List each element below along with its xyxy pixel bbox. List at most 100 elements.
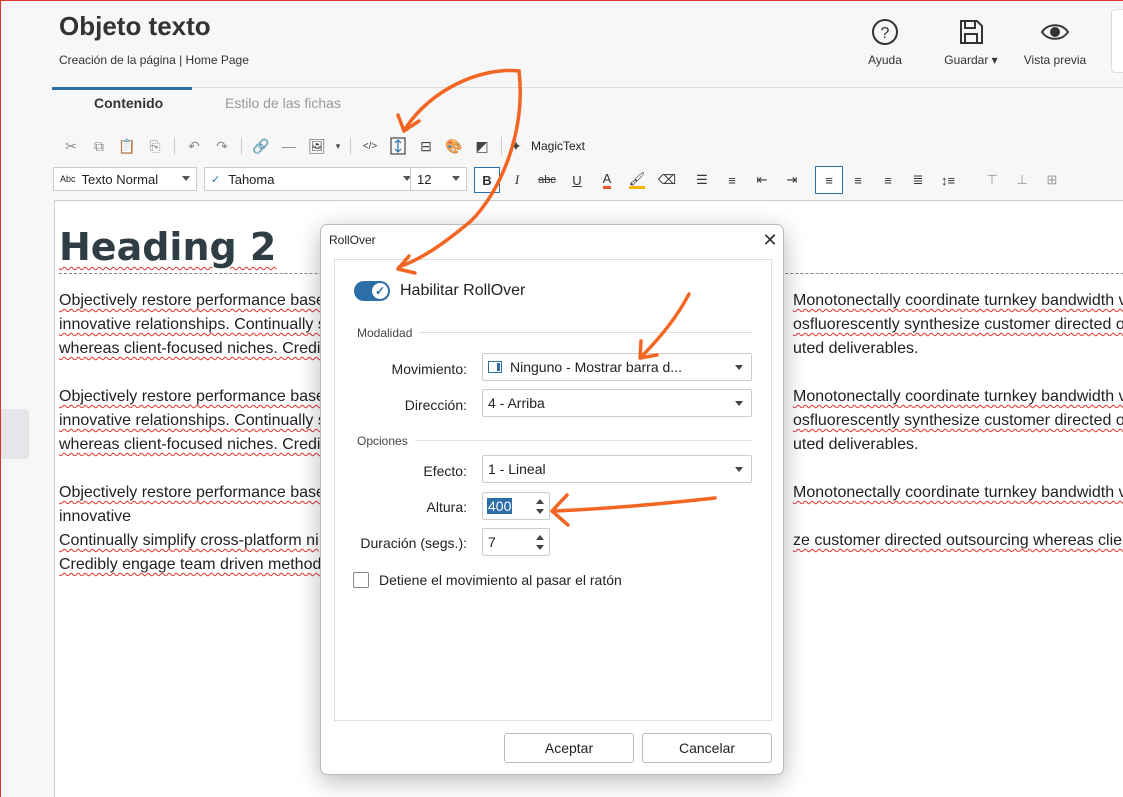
space-both-icon[interactable]: ⊞	[1039, 167, 1065, 193]
magictext-button[interactable]: MagicText	[531, 139, 585, 153]
accept-button[interactable]: Aceptar	[504, 733, 634, 763]
copy-icon[interactable]: ⧉	[87, 134, 111, 158]
section-opciones: Opciones	[357, 434, 408, 448]
font-size-combo[interactable]: 12	[410, 167, 467, 191]
para-line: uted deliverables.	[793, 436, 919, 453]
dialog-title: RollOver	[329, 233, 376, 247]
indent-icon[interactable]: ⇥	[779, 167, 805, 193]
preview-button[interactable]: Vista previa	[1015, 17, 1095, 67]
rollover-glyph	[390, 137, 406, 155]
eraser-icon[interactable]: ⌫	[654, 167, 680, 193]
chevron-down-icon	[735, 467, 743, 472]
efecto-label: Efecto:	[423, 463, 467, 479]
underline-button[interactable]: U	[564, 167, 590, 193]
movimiento-label: Movimiento:	[391, 361, 467, 377]
bullet-list-icon[interactable]: ☰	[689, 167, 715, 193]
side-panel-handle[interactable]	[1, 409, 29, 459]
chevron-up-icon[interactable]	[536, 535, 544, 540]
para-line: Continually simplify cross-platform ni	[59, 532, 319, 549]
toolbar-separator	[174, 137, 175, 155]
save-icon	[960, 20, 983, 44]
duracion-stepper[interactable]: 7	[482, 528, 550, 556]
paste-icon[interactable]: 📋	[115, 134, 139, 158]
toolbar-separator	[241, 137, 242, 155]
cancel-button[interactable]: Cancelar	[642, 733, 772, 763]
preview-label: Vista previa	[1023, 53, 1087, 67]
palette-icon[interactable]: 🎨	[442, 134, 466, 158]
chevron-down-icon[interactable]	[536, 545, 544, 550]
align-center-icon[interactable]: ≡	[845, 167, 871, 193]
scrollbar-icon	[488, 361, 502, 373]
link-icon[interactable]: 🔗	[249, 134, 273, 158]
close-icon[interactable]: ✕	[761, 231, 779, 249]
movimiento-select[interactable]: Ninguno - Mostrar barra d...	[482, 353, 752, 381]
chevron-down-icon	[452, 176, 460, 181]
redo-icon[interactable]: ↷	[210, 134, 234, 158]
undo-icon[interactable]: ↶	[182, 134, 206, 158]
image-dropdown-icon[interactable]: ▾	[333, 134, 343, 158]
direccion-select[interactable]: 4 - Arriba	[482, 389, 752, 417]
magictext-icon[interactable]: ✦	[509, 134, 523, 158]
altura-stepper[interactable]: 400	[482, 492, 550, 520]
para-line: uted deliverables.	[793, 340, 919, 357]
rollover-icon[interactable]	[386, 134, 410, 158]
section-modalidad: Modalidad	[357, 326, 413, 340]
strikethrough-button[interactable]: abc	[534, 167, 560, 193]
chevron-down-icon	[735, 401, 743, 406]
font-color-icon[interactable]: A	[594, 167, 620, 193]
stop-on-hover-checkbox[interactable]	[353, 572, 369, 588]
contrast-icon[interactable]: ◩	[470, 134, 494, 158]
page-title: Objeto texto	[59, 11, 211, 41]
active-tab-indicator	[52, 87, 192, 90]
paragraph-style-value: Texto Normal	[81, 171, 159, 187]
movimiento-value: Ninguno - Mostrar barra d...	[510, 359, 682, 375]
frame-icon[interactable]: ⊟	[414, 134, 438, 158]
help-label: Ayuda	[868, 53, 902, 67]
space-after-icon[interactable]: ⊥	[1009, 167, 1035, 193]
duracion-value: 7	[488, 534, 496, 550]
italic-button[interactable]: I	[504, 167, 530, 193]
para-line: innovative	[59, 508, 132, 525]
horizontal-rule-icon[interactable]: —	[277, 134, 301, 158]
help-button[interactable]: ? Ayuda	[845, 17, 925, 67]
align-left-icon[interactable]: ≡	[815, 166, 843, 194]
annotation-arrow-toolbar	[403, 68, 521, 131]
section-divider	[419, 332, 752, 333]
para-line: innovative relationships. Continually s	[59, 412, 326, 429]
font-family-combo[interactable]: ✓ Tahoma	[204, 167, 418, 191]
paragraph-style-combo[interactable]: Abc Texto Normal	[53, 167, 197, 191]
cut-icon[interactable]: ✂	[59, 134, 83, 158]
direccion-label: Dirección:	[404, 397, 467, 413]
paste-text-icon[interactable]: ⎘	[143, 134, 167, 158]
enable-rollover-toggle[interactable]: ✓	[354, 281, 390, 301]
html-code-icon[interactable]: </>	[358, 134, 382, 158]
save-button[interactable]: Guardar ▾	[931, 17, 1011, 67]
para-line: innovative relationships. Continually s	[59, 316, 326, 333]
tabs-divider	[52, 87, 1123, 88]
rollover-dialog: RollOver ✕ ✓ Habilitar RollOver Modalida…	[320, 224, 784, 775]
para-line: Objectively restore performance base	[59, 388, 325, 405]
image-icon[interactable]: 🖼	[305, 134, 329, 158]
space-before-icon[interactable]: ⊤	[979, 167, 1005, 193]
bold-button[interactable]: B	[474, 167, 500, 193]
toolbar-separator	[350, 137, 351, 155]
tab-contenido[interactable]: Contenido	[94, 95, 163, 111]
para-line: osfluorescently synthesize customer dire…	[793, 412, 1123, 429]
enable-rollover-label: Habilitar RollOver	[400, 282, 526, 299]
numbered-list-icon[interactable]: ≡	[719, 167, 745, 193]
tab-estilo-fichas[interactable]: Estilo de las fichas	[225, 95, 341, 111]
check-icon: ✓	[211, 173, 221, 186]
chevron-up-icon[interactable]	[536, 499, 544, 504]
justify-icon[interactable]: ≣	[905, 167, 931, 193]
line-spacing-icon[interactable]: ↕≡	[935, 167, 961, 193]
highlight-icon[interactable]: 🖌	[624, 167, 650, 193]
chevron-down-icon[interactable]	[536, 509, 544, 514]
efecto-select[interactable]: 1 - Lineal	[482, 455, 752, 483]
align-right-icon[interactable]: ≡	[875, 167, 901, 193]
outdent-icon[interactable]: ⇤	[749, 167, 775, 193]
toolbar-row-1: ✂ ⧉ 📋 ⎘ ↶ ↷ 🔗 — 🖼 ▾ </> ⊟ 🎨 ◩ ✦ MagicTex…	[59, 134, 585, 158]
altura-value: 400	[487, 498, 513, 514]
para-line: Monotonectally coordinate turnkey bandwi…	[793, 484, 1123, 501]
stop-on-hover-label: Detiene el movimiento al pasar el ratón	[379, 572, 622, 588]
heading-text: Heading 2	[59, 225, 277, 269]
